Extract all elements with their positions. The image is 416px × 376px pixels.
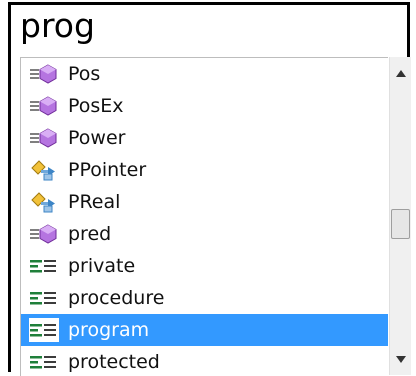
list-item-label: PReal: [68, 191, 121, 213]
list-item[interactable]: PReal: [21, 186, 388, 218]
scroll-up-arrow-icon[interactable]: [390, 63, 411, 83]
list-item[interactable]: Power: [21, 122, 388, 154]
function-icon: [30, 224, 57, 244]
list-item[interactable]: procedure: [21, 282, 388, 314]
function-icon: [30, 64, 57, 84]
keyword-icon: [29, 318, 59, 342]
completion-list[interactable]: Pos PosEx Power PPointer PReal pred priv…: [20, 57, 388, 376]
keyword-icon: [30, 356, 56, 369]
scroll-down-arrow-icon[interactable]: [390, 349, 411, 369]
list-item-label: Power: [68, 127, 126, 149]
scrollbar-thumb[interactable]: [391, 209, 410, 239]
list-item[interactable]: Pos: [21, 58, 388, 90]
list-item[interactable]: protected: [21, 346, 388, 376]
autocomplete-popup: prog Pos PosEx Power PPointer PReal pred…: [8, 2, 411, 376]
list-item-label: protected: [68, 351, 160, 373]
list-item-label: procedure: [68, 287, 165, 309]
list-item-label: private: [68, 255, 136, 277]
pointer-type-icon: [31, 160, 55, 181]
vertical-scrollbar[interactable]: [389, 57, 411, 375]
list-item[interactable]: private: [21, 250, 388, 282]
list-item-label: PPointer: [68, 159, 147, 181]
list-item-label: Pos: [68, 63, 101, 85]
list-item-selected[interactable]: program: [21, 314, 388, 346]
keyword-icon: [30, 292, 56, 305]
function-icon: [30, 96, 57, 116]
list-item[interactable]: PPointer: [21, 154, 388, 186]
list-item-label: pred: [68, 223, 112, 245]
pointer-type-icon: [31, 192, 55, 213]
function-icon: [30, 128, 57, 148]
list-item[interactable]: PosEx: [21, 90, 388, 122]
list-item-label: PosEx: [68, 95, 124, 117]
list-item[interactable]: pred: [21, 218, 388, 250]
search-text[interactable]: prog: [20, 4, 95, 48]
keyword-icon: [30, 260, 56, 273]
list-item-label: program: [68, 319, 150, 341]
